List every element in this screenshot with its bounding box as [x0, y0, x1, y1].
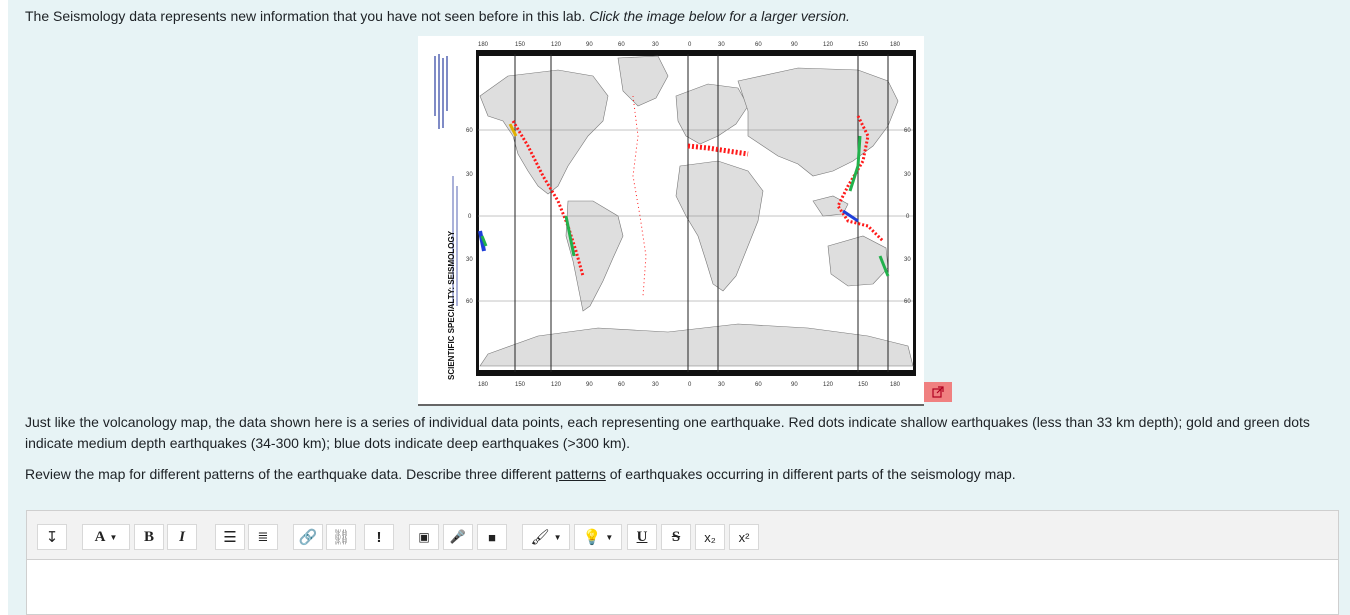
- lon-label: 90: [586, 382, 593, 388]
- question-prompt: Review the map for different patterns of…: [25, 464, 1016, 485]
- lon-label: 0: [688, 382, 692, 388]
- underline-button[interactable]: U: [627, 524, 657, 550]
- lat-label: 60: [904, 299, 911, 305]
- lon-label: 180: [890, 382, 901, 388]
- lightbulb-icon: 💡: [582, 529, 602, 546]
- question-text-before: Review the map for different patterns of…: [25, 466, 556, 482]
- seismology-map: 180 150 120 90 60 30 0 30 60 90 120 150 …: [434, 42, 916, 388]
- question-text-after: of earthquakes occurring in different pa…: [605, 466, 1016, 482]
- external-link-icon[interactable]: [924, 382, 952, 402]
- italic-label: I: [179, 528, 185, 545]
- bullet-list-button[interactable]: ☰: [215, 524, 245, 550]
- lon-label: 60: [755, 382, 762, 388]
- patterns-link[interactable]: patterns: [555, 466, 606, 482]
- map-bottom-border: [476, 370, 916, 376]
- intro-sentence: The Seismology data represents new infor…: [25, 8, 586, 24]
- lon-label: 0: [688, 42, 692, 48]
- bold-label: B: [143, 528, 154, 545]
- lon-label: 150: [515, 382, 526, 388]
- subscript-label: x₂: [704, 529, 716, 545]
- bullet-list-icon: ☰: [223, 529, 237, 546]
- lat-label: 60: [904, 128, 911, 134]
- lon-label: 30: [718, 42, 725, 48]
- lat-label: 30: [466, 257, 473, 263]
- lon-label: 120: [551, 382, 562, 388]
- lon-label: 60: [755, 42, 762, 48]
- lat-label: 0: [906, 214, 910, 220]
- superscript-label: x²: [738, 529, 750, 545]
- chevron-down-icon: ▼: [605, 532, 614, 542]
- lon-label: 120: [551, 42, 562, 48]
- arrow-down-icon: ↧: [45, 529, 59, 546]
- lon-label: 180: [478, 382, 489, 388]
- seismology-map-image[interactable]: 180 150 120 90 60 30 0 30 60 90 120 150 …: [418, 36, 924, 406]
- lon-label: 120: [823, 382, 834, 388]
- description-paragraph: Just like the volcanology map, the data …: [25, 414, 1310, 451]
- subscript-button[interactable]: x₂: [695, 524, 725, 550]
- map-right-border: [913, 50, 916, 376]
- video-camera-icon: ■: [488, 529, 496, 545]
- lon-label: 150: [858, 42, 869, 48]
- chevron-down-icon: ▼: [553, 532, 562, 542]
- record-audio-button[interactable]: 🎤: [443, 524, 473, 550]
- strikethrough-button[interactable]: S: [661, 524, 691, 550]
- lon-label: 150: [515, 42, 526, 48]
- lon-label: 30: [652, 382, 659, 388]
- bold-button[interactable]: B: [134, 524, 164, 550]
- lat-label: 30: [466, 172, 473, 178]
- lon-label: 120: [823, 42, 834, 48]
- map-top-border: [476, 50, 916, 56]
- paragraph-style-button[interactable]: ↧: [37, 524, 67, 550]
- brush-icon: 🖌: [530, 529, 550, 546]
- unlink-icon: ⛓: [331, 529, 351, 546]
- superscript-button[interactable]: x²: [729, 524, 759, 550]
- alert-button[interactable]: !: [364, 524, 394, 550]
- intro-text: The Seismology data represents new infor…: [25, 8, 850, 24]
- lon-label: 180: [890, 42, 901, 48]
- font-color-label: A: [94, 528, 106, 545]
- lon-label: 90: [586, 42, 593, 48]
- lon-label: 150: [858, 382, 869, 388]
- lon-label: 30: [652, 42, 659, 48]
- italic-button[interactable]: I: [167, 524, 197, 550]
- lat-label: 60: [466, 299, 473, 305]
- hint-button[interactable]: 💡 ▼: [574, 524, 622, 550]
- editor-toolbar: ↧ A ▼ B I ☰ ≣ 🔗 ⛓ ! ▣ 🎤 ■ 🖌 ▼ 💡 ▼ U S x₂…: [26, 510, 1339, 560]
- insert-image-button[interactable]: ▣: [409, 524, 439, 550]
- underline-label: U: [636, 528, 648, 545]
- lon-label: 180: [478, 42, 489, 48]
- font-color-button[interactable]: A ▼: [82, 524, 130, 550]
- image-icon: ▣: [418, 530, 430, 544]
- link-icon: 🔗: [298, 529, 318, 546]
- lon-label: 30: [718, 382, 725, 388]
- strikethrough-label: S: [671, 528, 681, 545]
- link-button[interactable]: 🔗: [293, 524, 323, 550]
- map-left-border: [476, 50, 479, 376]
- microphone-icon: 🎤: [449, 529, 467, 544]
- lat-label: 0: [468, 214, 472, 220]
- chevron-down-icon: ▼: [109, 532, 118, 542]
- lon-label: 90: [791, 382, 798, 388]
- numbered-list-icon: ≣: [257, 529, 269, 544]
- intro-click-hint: Click the image below for a larger versi…: [589, 8, 850, 24]
- highlight-button[interactable]: 🖌 ▼: [522, 524, 570, 550]
- unlink-button[interactable]: ⛓: [326, 524, 356, 550]
- lat-label: 60: [466, 128, 473, 134]
- lon-label: 60: [618, 42, 625, 48]
- lat-label: 30: [904, 257, 911, 263]
- alert-label: !: [376, 528, 382, 546]
- numbered-list-button[interactable]: ≣: [248, 524, 278, 550]
- lon-label: 60: [618, 382, 625, 388]
- map-sidebar-title: SCIENTIFIC SPECIALTY: SEISMOLOGY: [447, 230, 456, 380]
- continents: [479, 55, 914, 367]
- record-video-button[interactable]: ■: [477, 524, 507, 550]
- answer-editor[interactable]: [26, 559, 1339, 615]
- lat-label: 30: [904, 172, 911, 178]
- lon-label: 90: [791, 42, 798, 48]
